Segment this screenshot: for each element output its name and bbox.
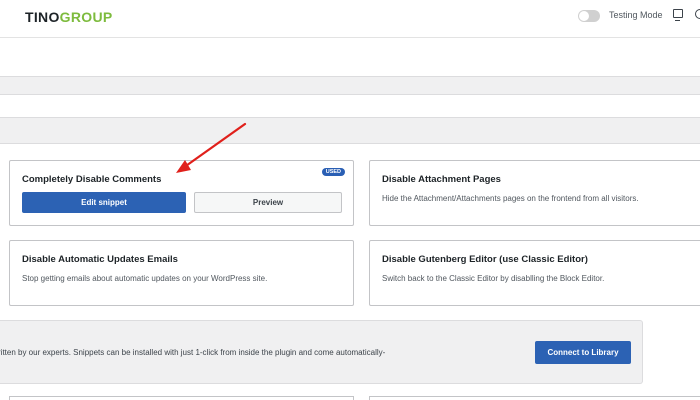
card-description: Hide the Attachment/Attachments pages on… bbox=[382, 194, 639, 203]
used-badge: USED bbox=[321, 168, 345, 176]
header-band bbox=[0, 38, 700, 76]
monitor-icon[interactable] bbox=[673, 9, 683, 21]
card-title: Disable Automatic Updates Emails bbox=[22, 254, 178, 265]
card-description: Stop getting emails about automatic upda… bbox=[22, 274, 268, 283]
snippet-card-next-left bbox=[9, 396, 354, 400]
library-text: ritten by our experts. Snippets can be i… bbox=[0, 348, 386, 357]
library-banner: ritten by our experts. Snippets can be i… bbox=[0, 320, 643, 384]
snippet-card-disable-gutenberg[interactable]: Disable Gutenberg Editor (use Classic Ed… bbox=[369, 240, 700, 306]
card-title: Disable Gutenberg Editor (use Classic Ed… bbox=[382, 254, 588, 265]
toolbar-band bbox=[0, 76, 700, 94]
top-bar: TINOGROUP Testing Mode bbox=[0, 0, 700, 38]
edit-snippet-button[interactable]: Edit snippet bbox=[22, 192, 186, 213]
snippet-card-next-right bbox=[369, 396, 700, 400]
logo-part-1: TINO bbox=[25, 9, 60, 25]
card-title: Completely Disable Comments bbox=[22, 174, 162, 185]
card-title: Disable Attachment Pages bbox=[382, 174, 501, 185]
testing-mode-toggle[interactable] bbox=[578, 10, 600, 22]
preview-button[interactable]: Preview bbox=[194, 192, 342, 213]
tinogroup-logo: TINOGROUP bbox=[25, 9, 113, 25]
snippet-card-disable-update-emails[interactable]: Disable Automatic Updates Emails Stop ge… bbox=[9, 240, 354, 306]
card-description: Switch back to the Classic Editor by dis… bbox=[382, 274, 605, 283]
snippet-card-disable-attachment-pages[interactable]: Disable Attachment Pages Hide the Attach… bbox=[369, 160, 700, 226]
testing-mode-label: Testing Mode bbox=[609, 10, 663, 20]
filter-band bbox=[0, 94, 700, 118]
connect-to-library-button[interactable]: Connect to Library bbox=[535, 341, 631, 364]
help-icon[interactable] bbox=[695, 9, 700, 19]
logo-part-2: GROUP bbox=[59, 9, 113, 25]
snippet-card-disable-comments: Completely Disable Comments USED Edit sn… bbox=[9, 160, 354, 226]
section-header-band bbox=[0, 118, 700, 144]
